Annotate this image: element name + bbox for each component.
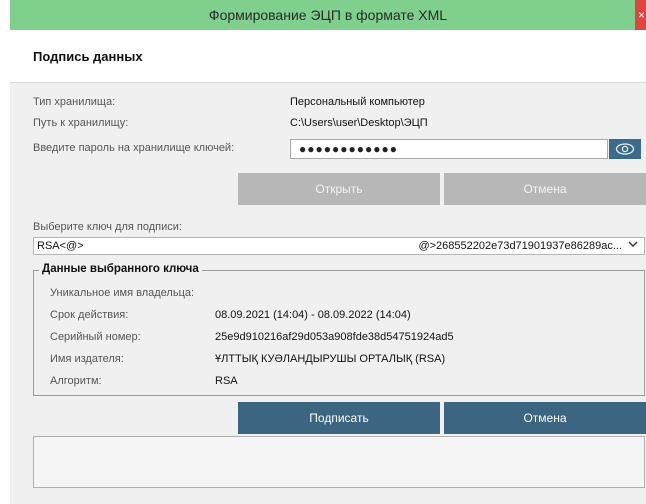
validity-label: Срок действия: bbox=[50, 309, 129, 321]
dialog-window: Формирование ЭЦП в формате XML × Подпись… bbox=[10, 0, 646, 504]
window-title: Формирование ЭЦП в формате XML bbox=[208, 7, 448, 23]
serial-value: 25e9d910216af29d053a908fde38d54751924ad5 bbox=[215, 331, 454, 343]
key-details-title: Данные выбранного ключа bbox=[39, 263, 202, 275]
storage-path-value: C:\Users\user\Desktop\ЭЦП bbox=[290, 117, 428, 129]
title-bar[interactable]: Формирование ЭЦП в формате XML × bbox=[10, 0, 646, 30]
cancel-button[interactable]: Отмена bbox=[444, 402, 646, 434]
serial-label: Серийный номер: bbox=[50, 331, 141, 343]
storage-type-label: Тип хранилища: bbox=[33, 96, 116, 108]
algorithm-value: RSA bbox=[215, 375, 238, 387]
eye-icon[interactable] bbox=[609, 139, 641, 159]
storage-path-label: Путь к хранилищу: bbox=[33, 117, 129, 129]
key-select-dropdown[interactable]: RSA<@> @>268552202e73d71901937e86289ac..… bbox=[33, 237, 645, 255]
algorithm-label: Алгоритм: bbox=[50, 375, 102, 387]
password-label: Введите пароль на хранилище ключей: bbox=[33, 142, 235, 154]
page-title: Подпись данных bbox=[33, 49, 143, 64]
validity-value: 08.09.2021 (14:04) - 08.09.2022 (14:04) bbox=[215, 309, 411, 321]
key-select-value-right: @>268552202e73d71901937e86289ac... bbox=[418, 240, 622, 252]
sign-button[interactable]: Подписать bbox=[238, 402, 440, 434]
cancel-top-button[interactable]: Отмена bbox=[444, 173, 646, 205]
storage-type-value: Персональный компьютер bbox=[290, 96, 425, 108]
header-panel: Подпись данных bbox=[10, 30, 646, 83]
key-select-label: Выберите ключ для подписи: bbox=[33, 221, 182, 233]
status-output-box bbox=[33, 436, 645, 488]
chevron-down-icon bbox=[628, 239, 638, 252]
password-input[interactable]: ●●●●●●●●●●●● bbox=[290, 139, 608, 159]
issuer-value: ҰЛТТЫҚ КУӘЛАНДЫРУШЫ ОРТАЛЫҚ (RSA) bbox=[215, 353, 446, 365]
key-select-value-left: RSA<@> bbox=[37, 240, 84, 252]
owner-name-label: Уникальное имя владельца: bbox=[50, 287, 195, 299]
open-button[interactable]: Открыть bbox=[238, 173, 440, 205]
issuer-label: Имя издателя: bbox=[50, 353, 124, 365]
close-icon[interactable]: × bbox=[635, 0, 646, 30]
